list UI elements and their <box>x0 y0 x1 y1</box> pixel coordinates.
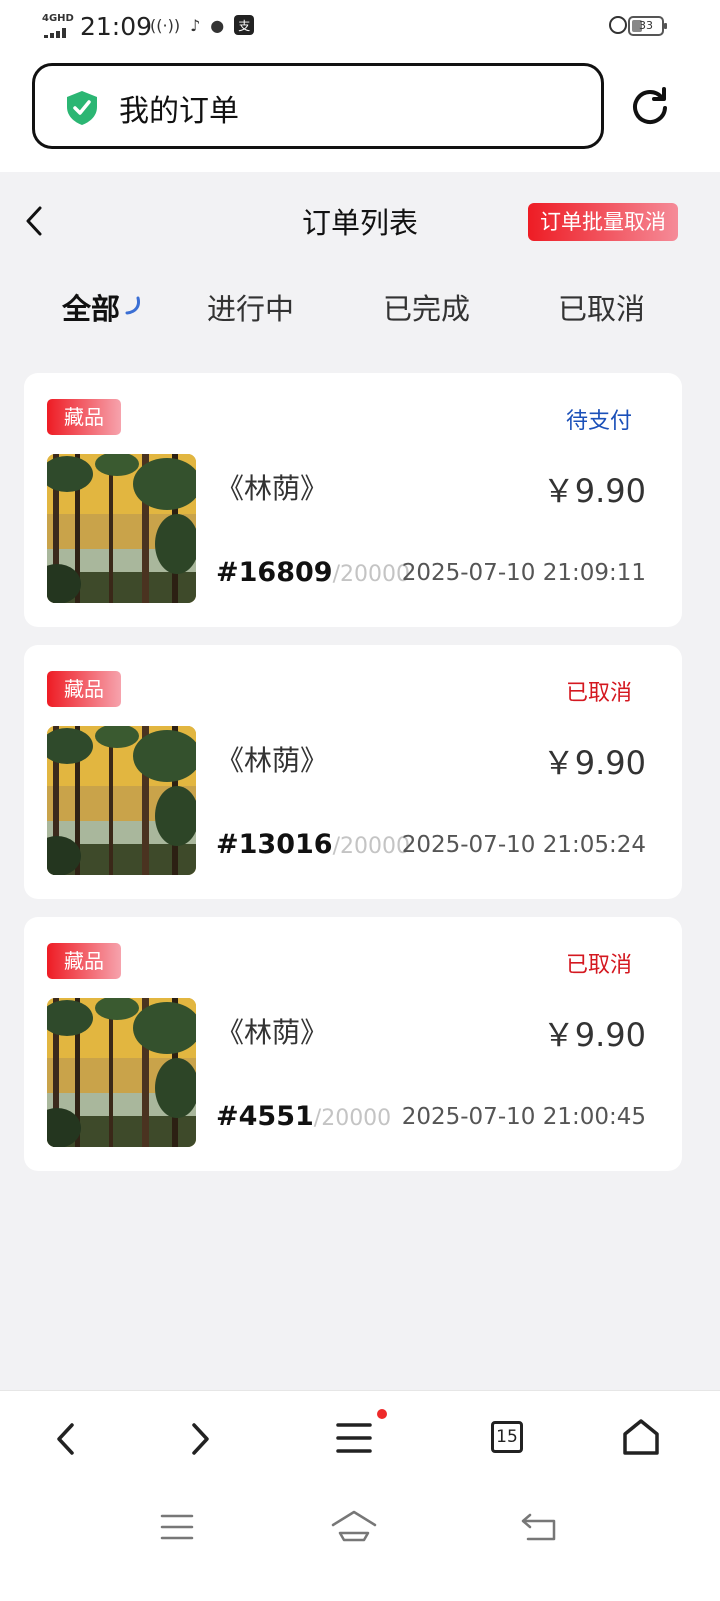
batch-cancel-button[interactable]: 订单批量取消 <box>528 203 678 241</box>
system-recents-icon[interactable] <box>160 1513 194 1541</box>
status-bar: 4GHD 21:09 ((·)) ♪ ● 支 33 <box>0 0 720 56</box>
product-name: 《林荫》 <box>216 472 329 505</box>
order-price: ￥9.90 <box>542 744 646 782</box>
battery-level: 33 <box>639 19 653 32</box>
serial-number: #4551/20000 <box>216 1101 392 1132</box>
browser-forward-icon[interactable] <box>186 1421 214 1457</box>
refresh-icon[interactable] <box>630 86 670 126</box>
order-price: ￥9.90 <box>542 1016 646 1054</box>
tab-all[interactable]: 全部 <box>62 286 120 328</box>
order-card[interactable]: 藏品 待支付 《林荫》 ￥9.90 #16809/20000 2025-07-1… <box>24 373 682 627</box>
message-icon: ● <box>210 15 225 35</box>
menu-icon[interactable] <box>336 1421 372 1455</box>
serial-total: /20000 <box>332 562 410 587</box>
serial-total: /20000 <box>313 1106 392 1131</box>
home-icon[interactable] <box>622 1418 660 1456</box>
system-back-icon[interactable] <box>520 1511 558 1543</box>
battery-icon: 33 <box>628 16 667 36</box>
signal-icon: 4GHD <box>42 13 74 40</box>
order-timestamp: 2025-07-10 21:05:24 <box>401 832 646 858</box>
tabs-count-button[interactable]: 15 <box>491 1421 523 1453</box>
address-bar[interactable]: 我的订单 <box>32 63 604 149</box>
alipay-icon: 支 <box>234 15 255 35</box>
browser-bottom-nav: 15 <box>0 1390 720 1601</box>
order-status: 已取消 <box>565 681 632 706</box>
network-type: 4GHD <box>42 13 74 24</box>
product-name: 《林荫》 <box>216 1016 329 1049</box>
hotspot-icon: ((·)) <box>150 15 181 35</box>
system-home-icon[interactable] <box>330 1509 378 1543</box>
serial-number: #13016/20000 <box>216 829 410 860</box>
collectible-badge: 藏品 <box>47 399 121 435</box>
serial-total: /20000 <box>332 834 410 859</box>
product-thumbnail <box>47 726 196 875</box>
status-time: 21:09 <box>80 12 153 41</box>
address-bar-title: 我的订单 <box>119 94 239 129</box>
collectible-badge: 藏品 <box>47 671 121 707</box>
order-price: ￥9.90 <box>542 472 646 510</box>
order-status: 待支付 <box>565 409 632 434</box>
order-card[interactable]: 藏品 已取消 《林荫》 ￥9.90 #13016/20000 2025-07-1… <box>24 645 682 899</box>
order-status: 已取消 <box>565 953 632 978</box>
tab-in-progress[interactable]: 进行中 <box>207 286 294 328</box>
tab-cancelled[interactable]: 已取消 <box>558 286 645 328</box>
loading-spinner-icon <box>125 296 140 315</box>
product-thumbnail <box>47 998 196 1147</box>
order-card[interactable]: 藏品 已取消 《林荫》 ￥9.90 #4551/20000 2025-07-10… <box>24 917 682 1171</box>
menu-notification-dot <box>377 1409 387 1419</box>
order-timestamp: 2025-07-10 21:09:11 <box>401 560 646 586</box>
tiktok-icon: ♪ <box>190 15 201 35</box>
collectible-badge: 藏品 <box>47 943 121 979</box>
order-timestamp: 2025-07-10 21:00:45 <box>401 1104 646 1130</box>
product-name: 《林荫》 <box>216 744 329 777</box>
tab-completed[interactable]: 已完成 <box>383 286 470 328</box>
shield-check-icon <box>67 91 97 125</box>
alarm-icon <box>609 16 627 34</box>
serial-number: #16809/20000 <box>216 557 410 588</box>
product-thumbnail <box>47 454 196 603</box>
browser-back-icon[interactable] <box>52 1421 80 1457</box>
